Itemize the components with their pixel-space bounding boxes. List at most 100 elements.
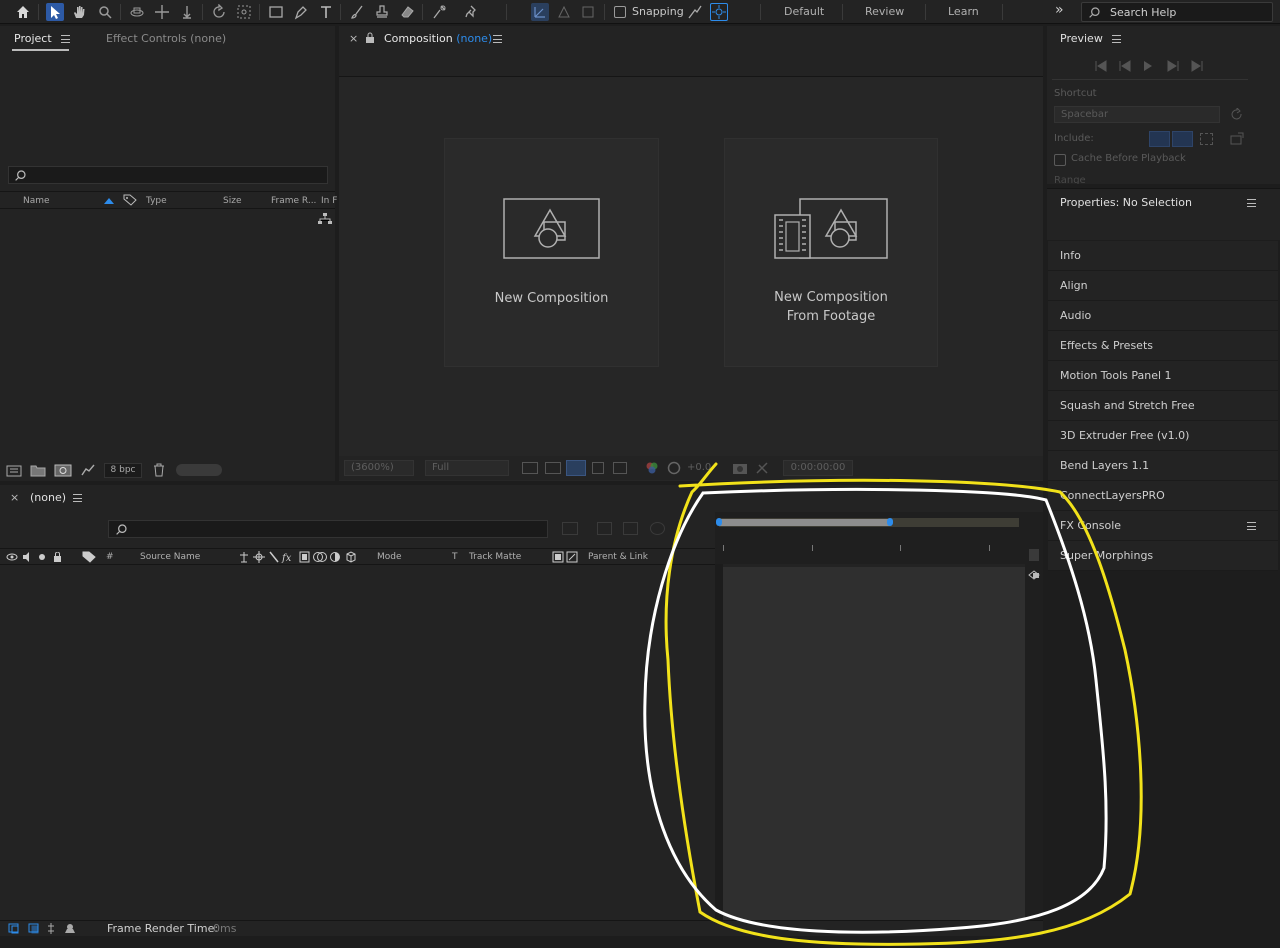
flowchart-icon[interactable]	[318, 213, 332, 225]
column-frame-rate[interactable]: Frame R...	[271, 196, 316, 206]
column-track-matte[interactable]: Track Matte	[469, 552, 521, 562]
lock-icon[interactable]	[365, 32, 375, 43]
timeline-scrollbar[interactable]	[1025, 564, 1043, 920]
search-help-field[interactable]: Search Help	[1081, 2, 1273, 22]
camera-snapshot-icon[interactable]	[732, 461, 748, 475]
trash-icon[interactable]	[152, 463, 166, 477]
selection-tool-icon[interactable]	[46, 3, 64, 21]
close-tab-icon[interactable]: ×	[349, 32, 358, 45]
pan-behind-icon[interactable]	[235, 3, 253, 21]
column-preserve-transparency[interactable]: T	[452, 552, 458, 562]
cache-before-playback-checkbox[interactable]	[1054, 154, 1066, 166]
workspace-default[interactable]: Default	[784, 5, 824, 18]
av-features-icons[interactable]	[6, 552, 66, 562]
workspace-overflow-icon[interactable]: »	[1055, 2, 1064, 18]
tab-composition[interactable]: Composition (none)	[384, 32, 492, 45]
color-channel-icon[interactable]	[645, 461, 659, 475]
time-navigator-end-handle[interactable]	[887, 518, 893, 526]
panel-info[interactable]: Info	[1060, 249, 1081, 262]
snap-target-icon[interactable]	[710, 3, 728, 21]
dolly-camera-icon[interactable]	[178, 3, 196, 21]
pen-tool-icon[interactable]	[292, 3, 310, 21]
pan-camera-icon[interactable]	[153, 3, 171, 21]
time-navigator-bar[interactable]	[719, 519, 891, 526]
column-mode[interactable]: Mode	[377, 552, 402, 562]
time-navigator-start-handle[interactable]	[716, 518, 722, 526]
mask-visibility-icon[interactable]	[566, 460, 586, 476]
project-search-input[interactable]	[8, 166, 328, 184]
frame-blending-icon[interactable]	[650, 522, 665, 535]
include-audio-toggle[interactable]	[1172, 131, 1193, 147]
matte-switch-icons[interactable]	[552, 551, 578, 563]
panel-audio[interactable]: Audio	[1060, 309, 1091, 322]
new-composition-icon[interactable]	[54, 464, 72, 477]
composition-menu-icon[interactable]	[493, 35, 502, 43]
properties-menu-icon[interactable]	[1247, 199, 1256, 207]
show-snapshot-icon[interactable]	[755, 461, 771, 475]
timeline-menu-icon[interactable]	[73, 494, 82, 502]
brush-tool-icon[interactable]	[348, 3, 366, 21]
reset-shortcut-icon[interactable]	[1230, 108, 1244, 121]
rotation-tool-icon[interactable]	[210, 3, 228, 21]
draft-3d-icon[interactable]	[597, 522, 612, 535]
resolution-dropdown[interactable]: Full	[425, 460, 509, 476]
panel-3d-extruder[interactable]: 3D Extruder Free (v1.0)	[1060, 429, 1189, 442]
home-icon[interactable]	[14, 3, 32, 21]
composition-flowchart-icon[interactable]	[562, 522, 578, 535]
column-source-name[interactable]: Source Name	[140, 552, 200, 562]
layer-switches-icons[interactable]: fx	[238, 551, 358, 563]
tab-project[interactable]: Project	[14, 32, 52, 45]
include-video-toggle[interactable]	[1149, 131, 1170, 147]
shortcut-dropdown[interactable]: Spacebar	[1054, 106, 1220, 123]
snap-options-icon[interactable]	[686, 3, 704, 21]
type-tool-icon[interactable]	[317, 3, 335, 21]
local-axis-icon[interactable]	[531, 3, 549, 21]
thumbnail-zoom-slider[interactable]	[176, 464, 222, 476]
column-name[interactable]: Name	[23, 196, 50, 206]
roto-brush-icon[interactable]	[430, 3, 448, 21]
grid-guides-icon[interactable]	[592, 462, 604, 474]
tab-timeline[interactable]: (none)	[30, 491, 66, 504]
bit-depth-button[interactable]: 8 bpc	[104, 463, 142, 478]
project-settings-icon[interactable]	[80, 463, 96, 477]
external-video-icon[interactable]	[1230, 132, 1244, 145]
panel-align[interactable]: Align	[1060, 279, 1088, 292]
zoom-tool-icon[interactable]	[96, 3, 114, 21]
view-axis-icon[interactable]	[579, 3, 597, 21]
fx-console-menu-icon[interactable]	[1247, 522, 1256, 530]
region-of-interest-icon[interactable]	[522, 462, 538, 474]
transparency-grid-icon[interactable]	[545, 462, 561, 474]
label-tag-icon[interactable]	[82, 551, 96, 563]
include-overlays-toggle[interactable]	[1200, 133, 1213, 145]
column-layer-number[interactable]: #	[106, 552, 114, 562]
snapshot-view-icon[interactable]	[613, 462, 627, 474]
current-time-display[interactable]: 0:00:00:00	[783, 460, 853, 476]
new-composition-from-footage-card[interactable]: New Composition From Footage	[724, 138, 938, 367]
exposure-value[interactable]: +0.0	[687, 462, 711, 473]
snapping-checkbox[interactable]	[614, 6, 626, 18]
preview-menu-icon[interactable]	[1112, 35, 1121, 43]
workspace-learn[interactable]: Learn	[948, 5, 979, 18]
new-folder-icon[interactable]	[30, 464, 46, 477]
eraser-tool-icon[interactable]	[398, 3, 416, 21]
timeline-search-input[interactable]	[108, 520, 548, 538]
project-menu-icon[interactable]	[61, 35, 70, 43]
clone-stamp-icon[interactable]	[373, 3, 391, 21]
panel-connect-layers[interactable]: ConnectLayersPRO	[1060, 489, 1165, 502]
orbit-camera-icon[interactable]	[128, 3, 146, 21]
workspace-review[interactable]: Review	[865, 5, 904, 18]
world-axis-icon[interactable]	[555, 3, 573, 21]
column-parent-link[interactable]: Parent & Link	[588, 552, 648, 562]
rectangle-tool-icon[interactable]	[267, 3, 285, 21]
new-composition-card[interactable]: New Composition	[444, 138, 659, 367]
timeline-footer-icons[interactable]	[8, 923, 80, 934]
panel-super-morphings[interactable]: Super Morphings	[1060, 549, 1153, 562]
hand-tool-icon[interactable]	[70, 3, 88, 21]
tab-effect-controls[interactable]: Effect Controls (none)	[106, 32, 226, 45]
comp-button-icon[interactable]	[1027, 569, 1041, 581]
magnification-dropdown[interactable]: (3600%)	[344, 460, 414, 476]
column-type[interactable]: Type	[146, 196, 167, 206]
panel-bend-layers[interactable]: Bend Layers 1.1	[1060, 459, 1149, 472]
interpret-footage-icon[interactable]	[6, 464, 22, 477]
sort-ascending-icon[interactable]	[103, 197, 115, 205]
